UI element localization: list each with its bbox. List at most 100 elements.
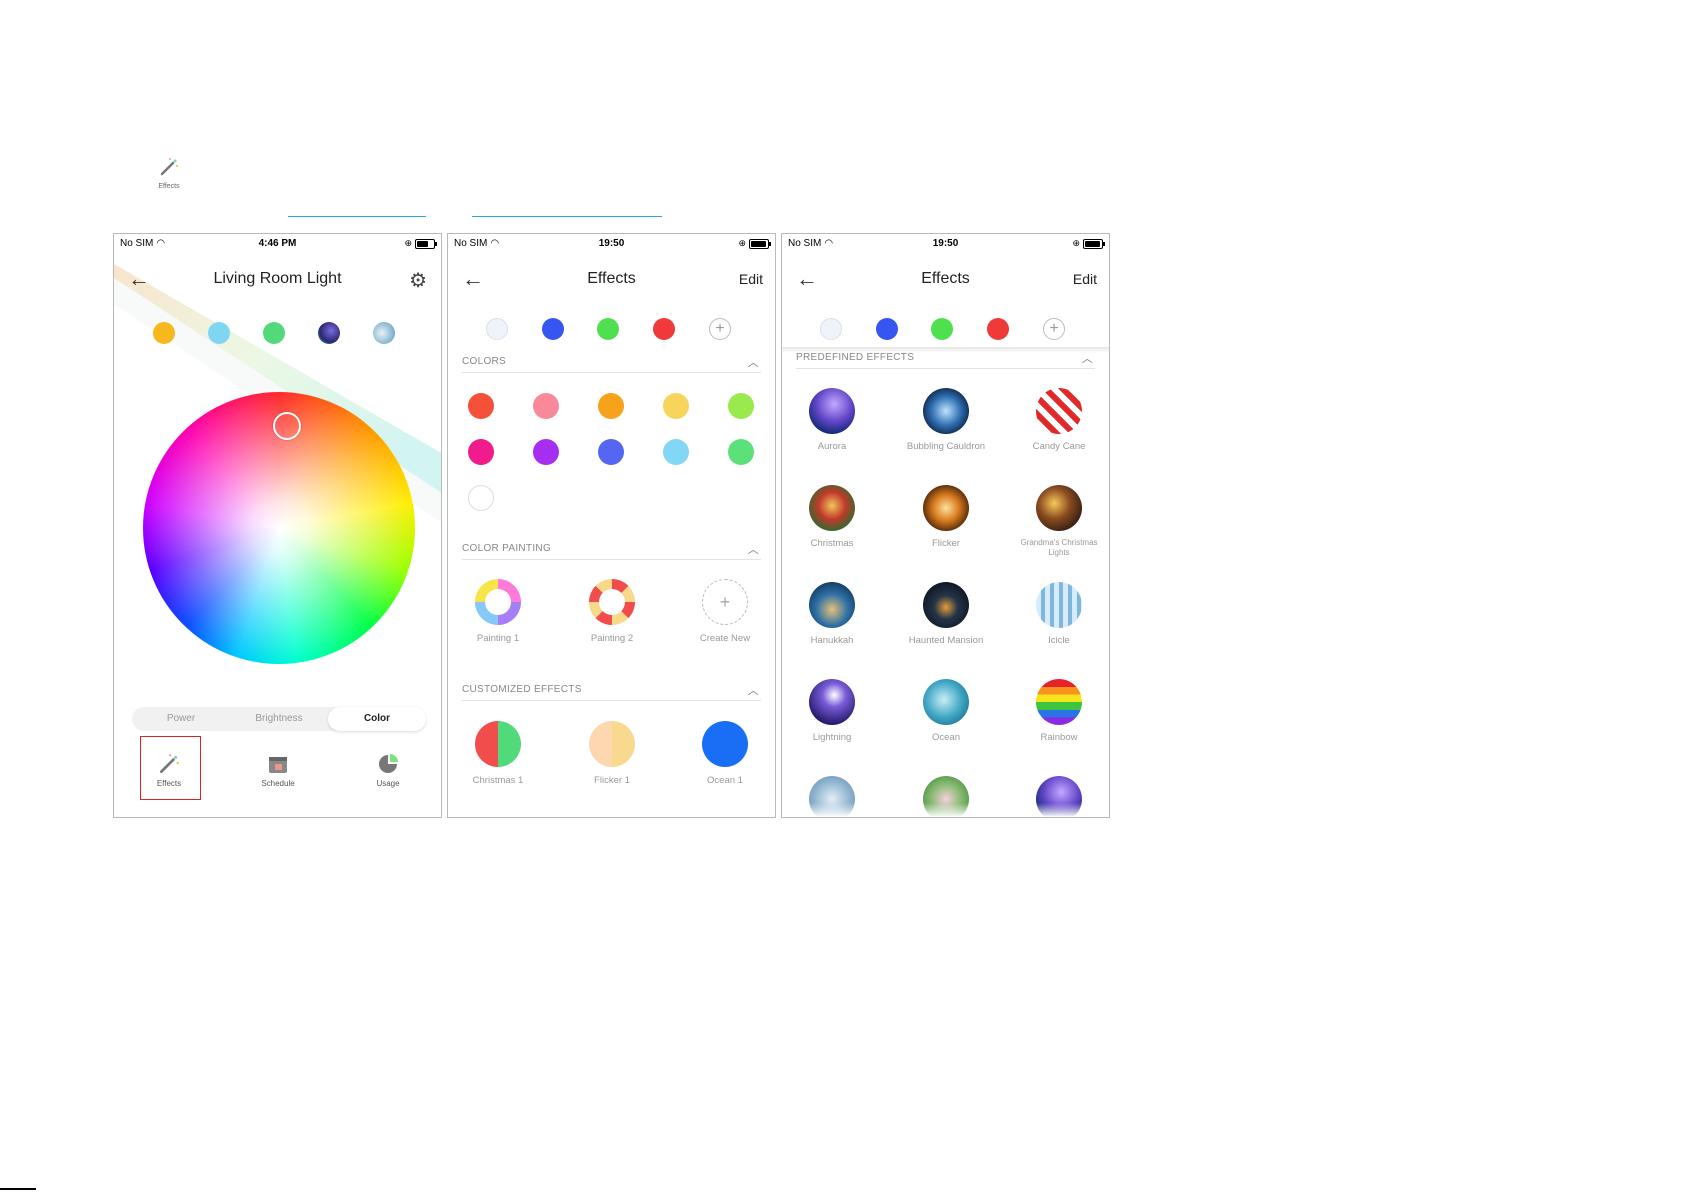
color-wheel[interactable] xyxy=(143,392,415,664)
painting-2-thumb[interactable] xyxy=(589,579,635,625)
section-colors-title: COLORS xyxy=(462,356,507,367)
effect-rainbow-label: Rainbow xyxy=(1040,732,1078,743)
color-swatch-pink[interactable] xyxy=(533,393,559,419)
section-painting-header[interactable]: COLOR PAINTING ︿ xyxy=(462,543,761,560)
effect-hanukkah-thumb[interactable] xyxy=(809,582,855,628)
battery-icon xyxy=(749,238,771,249)
effect-rainbow-thumb[interactable] xyxy=(1036,679,1082,725)
favorite-color-4[interactable] xyxy=(987,318,1009,340)
color-picker-handle[interactable] xyxy=(273,412,301,440)
effect-icicle-label: Icicle xyxy=(1048,635,1070,646)
favorite-color-3[interactable] xyxy=(931,318,953,340)
status-bar: No SIM ◠ 4:46 PM ⊕ xyxy=(114,234,441,252)
page-title: Living Room Light xyxy=(213,270,342,287)
effect-flicker-thumb[interactable] xyxy=(923,485,969,531)
nav-bar: ← Effects Edit xyxy=(782,262,1109,298)
add-favorite-button[interactable]: + xyxy=(1043,318,1065,340)
section-predefined-header[interactable]: PREDEFINED EFFECTS ︿ xyxy=(796,352,1095,369)
favorite-color-4[interactable] xyxy=(653,318,675,340)
battery-icon xyxy=(415,238,437,249)
add-favorite-button[interactable]: + xyxy=(709,318,731,340)
color-swatch-yellow[interactable] xyxy=(663,393,689,419)
schedule-label: Schedule xyxy=(261,779,295,788)
clock: 4:46 PM xyxy=(258,238,297,249)
preset-moon[interactable] xyxy=(373,322,395,344)
favorite-color-2[interactable] xyxy=(876,318,898,340)
color-swatch-orange[interactable] xyxy=(598,393,624,419)
custom-effect-flicker-1[interactable] xyxy=(589,721,635,767)
custom-effect-flicker-1-label: Flicker 1 xyxy=(594,775,630,786)
color-swatch-purple[interactable] xyxy=(533,439,559,465)
chevron-up-icon[interactable]: ︿ xyxy=(748,354,759,370)
effect-icicle-thumb[interactable] xyxy=(1036,582,1082,628)
effect-grandmas-lights-label: Grandma's Christmas Lights xyxy=(1020,538,1098,557)
color-swatch-red[interactable] xyxy=(468,393,494,419)
effect-ocean-thumb[interactable] xyxy=(923,679,969,725)
effect-lightning-thumb[interactable] xyxy=(809,679,855,725)
painting-2-label: Painting 2 xyxy=(590,633,634,644)
phone-screen-effects: No SIM ◠ 19:50 ⊕ ← Effects Edit + COLORS … xyxy=(447,233,776,818)
clock: 19:50 xyxy=(598,238,625,249)
effect-lightning-label: Lightning xyxy=(812,732,852,743)
status-bar: No SIM ◠ 19:50 ⊕ xyxy=(448,234,775,252)
color-swatch-lime[interactable] xyxy=(728,393,754,419)
gear-icon[interactable]: ⚙ xyxy=(409,268,427,293)
edit-button[interactable]: Edit xyxy=(739,271,763,287)
effects-icon-label: Effects xyxy=(158,183,180,190)
tab-brightness[interactable]: Brightness xyxy=(230,707,328,731)
schedule-button[interactable]: Schedule xyxy=(248,753,308,788)
effect-aurora-label: Aurora xyxy=(817,441,847,452)
status-bar: No SIM ◠ 19:50 ⊕ xyxy=(782,234,1109,252)
effect-candy-cane-label: Candy Cane xyxy=(1032,441,1086,452)
favorite-color-1[interactable] xyxy=(820,318,842,340)
effect-haunted-mansion-thumb[interactable] xyxy=(923,582,969,628)
link-underline-1[interactable] xyxy=(288,216,426,217)
usage-button[interactable]: Usage xyxy=(358,753,418,788)
edit-button[interactable]: Edit xyxy=(1073,271,1097,287)
tab-color[interactable]: Color xyxy=(328,707,426,731)
custom-effect-christmas-1[interactable] xyxy=(475,721,521,767)
usage-label: Usage xyxy=(376,779,400,788)
section-colors-header[interactable]: COLORS ︿ xyxy=(462,356,761,373)
create-new-label: Create New xyxy=(699,633,751,644)
preset-yellow[interactable] xyxy=(153,322,175,344)
effect-bubbling-cauldron-label: Bubbling Cauldron xyxy=(906,441,986,452)
color-swatch-sky[interactable] xyxy=(663,439,689,465)
chevron-up-icon[interactable]: ︿ xyxy=(748,541,759,557)
preset-green[interactable] xyxy=(263,322,285,344)
magic-wand-icon xyxy=(160,158,178,176)
orientation-lock-icon: ⊕ xyxy=(738,238,746,248)
effect-candy-cane-thumb[interactable] xyxy=(1036,388,1082,434)
calendar-icon xyxy=(269,757,287,773)
painting-1-thumb[interactable] xyxy=(475,579,521,625)
create-new-button[interactable]: + xyxy=(702,579,748,625)
favorite-color-3[interactable] xyxy=(597,318,619,340)
favorite-color-2[interactable] xyxy=(542,318,564,340)
link-underline-2[interactable] xyxy=(472,216,662,217)
effect-hanukkah-label: Hanukkah xyxy=(810,635,854,646)
custom-effect-ocean-1[interactable] xyxy=(702,721,748,767)
color-swatch-green[interactable] xyxy=(728,439,754,465)
color-swatch-magenta[interactable] xyxy=(468,439,494,465)
effect-christmas-thumb[interactable] xyxy=(809,485,855,531)
preset-aurora[interactable] xyxy=(318,322,340,344)
effect-bubbling-cauldron-thumb[interactable] xyxy=(923,388,969,434)
page-title: Effects xyxy=(587,270,636,287)
effect-grandmas-lights-thumb[interactable] xyxy=(1036,485,1082,531)
painting-1-label: Painting 1 xyxy=(476,633,520,644)
preset-light-blue[interactable] xyxy=(208,322,230,344)
tab-power[interactable]: Power xyxy=(132,707,230,731)
effects-icon-reference: Effects xyxy=(154,157,184,191)
section-predefined-title: PREDEFINED EFFECTS xyxy=(796,352,915,363)
color-swatch-white[interactable] xyxy=(468,485,494,511)
custom-effect-ocean-1-label: Ocean 1 xyxy=(707,775,743,786)
chevron-up-icon[interactable]: ︿ xyxy=(748,682,759,698)
footer-bar xyxy=(0,1188,36,1190)
orientation-lock-icon: ⊕ xyxy=(1072,238,1080,248)
phone-screen-living-room: No SIM ◠ 4:46 PM ⊕ ← Living Room Light ⚙ … xyxy=(113,233,442,818)
effect-aurora-thumb[interactable] xyxy=(809,388,855,434)
chevron-up-icon[interactable]: ︿ xyxy=(1082,350,1093,366)
color-swatch-blue[interactable] xyxy=(598,439,624,465)
section-customized-header[interactable]: CUSTOMIZED EFFECTS ︿ xyxy=(462,684,761,701)
favorite-color-1[interactable] xyxy=(486,318,508,340)
